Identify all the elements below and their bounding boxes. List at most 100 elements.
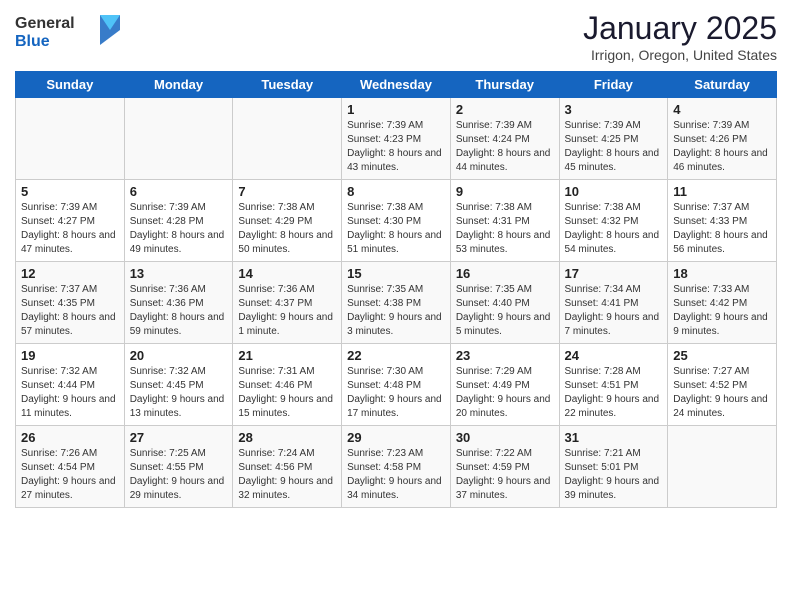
day-header-tuesday: Tuesday	[233, 72, 342, 98]
day-header-monday: Monday	[124, 72, 233, 98]
day-info: Sunrise: 7:39 AMSunset: 4:25 PMDaylight:…	[565, 119, 663, 175]
day-number: 4	[673, 102, 771, 117]
day-header-wednesday: Wednesday	[342, 72, 451, 98]
day-info: Sunrise: 7:26 AMSunset: 4:54 PMDaylight:…	[21, 447, 119, 503]
day-number: 2	[456, 102, 554, 117]
day-number: 20	[130, 348, 228, 363]
calendar-cell: 31Sunrise: 7:21 AMSunset: 5:01 PMDayligh…	[559, 426, 668, 508]
week-row-0: 1Sunrise: 7:39 AMSunset: 4:23 PMDaylight…	[16, 98, 777, 180]
day-info: Sunrise: 7:39 AMSunset: 4:23 PMDaylight:…	[347, 119, 445, 175]
day-number: 28	[238, 430, 336, 445]
day-number: 12	[21, 266, 119, 281]
day-info: Sunrise: 7:25 AMSunset: 4:55 PMDaylight:…	[130, 447, 228, 503]
calendar-cell: 8 Sunrise: 7:38 AMSunset: 4:30 PMDaylight…	[342, 180, 451, 262]
day-number: 26	[21, 430, 119, 445]
calendar-cell: 28 Sunrise: 7:24 AMSunset: 4:56 PMDayligh…	[233, 426, 342, 508]
calendar-cell: 6 Sunrise: 7:39 AMSunset: 4:28 PMDaylight…	[124, 180, 233, 262]
calendar-cell: 9 Sunrise: 7:38 AMSunset: 4:31 PMDaylight…	[450, 180, 559, 262]
calendar-cell: 23 Sunrise: 7:29 AMSunset: 4:49 PMDayligh…	[450, 344, 559, 426]
day-info: Sunrise: 7:21 AMSunset: 5:01 PMDaylight:…	[565, 447, 663, 503]
calendar-cell: 17 Sunrise: 7:34 AMSunset: 4:41 PMDayligh…	[559, 262, 668, 344]
calendar-cell: 5 Sunrise: 7:39 AMSunset: 4:27 PMDaylight…	[16, 180, 125, 262]
week-row-4: 26 Sunrise: 7:26 AMSunset: 4:54 PMDayligh…	[16, 426, 777, 508]
calendar-table: SundayMondayTuesdayWednesdayThursdayFrid…	[15, 71, 777, 508]
day-header-saturday: Saturday	[668, 72, 777, 98]
day-number: 8	[347, 184, 445, 199]
day-number: 23	[456, 348, 554, 363]
week-row-2: 12Sunrise: 7:37 AMSunset: 4:35 PMDayligh…	[16, 262, 777, 344]
days-header-row: SundayMondayTuesdayWednesdayThursdayFrid…	[16, 72, 777, 98]
day-info: Sunrise: 7:24 AMSunset: 4:56 PMDaylight:…	[238, 447, 336, 503]
calendar-cell: 20 Sunrise: 7:32 AMSunset: 4:45 PMDayligh…	[124, 344, 233, 426]
calendar-cell: 15Sunrise: 7:35 AMSunset: 4:38 PMDayligh…	[342, 262, 451, 344]
day-number: 15	[347, 266, 445, 281]
day-info: Sunrise: 7:38 AMSunset: 4:30 PMDaylight:…	[347, 201, 445, 257]
day-info: Sunrise: 7:37 AMSunset: 4:33 PMDaylight:…	[673, 201, 771, 257]
calendar-cell: 21Sunrise: 7:31 AMSunset: 4:46 PMDayligh…	[233, 344, 342, 426]
calendar-cell: 13Sunrise: 7:36 AMSunset: 4:36 PMDayligh…	[124, 262, 233, 344]
calendar-cell: 2 Sunrise: 7:39 AMSunset: 4:24 PMDaylight…	[450, 98, 559, 180]
day-info: Sunrise: 7:29 AMSunset: 4:49 PMDaylight:…	[456, 365, 554, 421]
day-info: Sunrise: 7:38 AMSunset: 4:29 PMDaylight:…	[238, 201, 336, 257]
calendar-cell: 12Sunrise: 7:37 AMSunset: 4:35 PMDayligh…	[16, 262, 125, 344]
calendar-cell: 18Sunrise: 7:33 AMSunset: 4:42 PMDayligh…	[668, 262, 777, 344]
header: General Blue January 2025 Irrigon, Orego…	[15, 10, 777, 63]
day-info: Sunrise: 7:39 AMSunset: 4:24 PMDaylight:…	[456, 119, 554, 175]
calendar-cell: 1Sunrise: 7:39 AMSunset: 4:23 PMDaylight…	[342, 98, 451, 180]
day-number: 25	[673, 348, 771, 363]
day-number: 3	[565, 102, 663, 117]
day-info: Sunrise: 7:35 AMSunset: 4:40 PMDaylight:…	[456, 283, 554, 339]
day-number: 11	[673, 184, 771, 199]
day-info: Sunrise: 7:39 AMSunset: 4:28 PMDaylight:…	[130, 201, 228, 257]
calendar-cell: 27 Sunrise: 7:25 AMSunset: 4:55 PMDayligh…	[124, 426, 233, 508]
day-info: Sunrise: 7:27 AMSunset: 4:52 PMDaylight:…	[673, 365, 771, 421]
calendar-cell: 19 Sunrise: 7:32 AMSunset: 4:44 PMDayligh…	[16, 344, 125, 426]
week-row-3: 19 Sunrise: 7:32 AMSunset: 4:44 PMDayligh…	[16, 344, 777, 426]
logo: General Blue	[15, 10, 125, 55]
calendar-cell: 10Sunrise: 7:38 AMSunset: 4:32 PMDayligh…	[559, 180, 668, 262]
calendar-cell: 30 Sunrise: 7:22 AMSunset: 4:59 PMDayligh…	[450, 426, 559, 508]
day-number: 19	[21, 348, 119, 363]
calendar-cell	[233, 98, 342, 180]
calendar-cell: 3 Sunrise: 7:39 AMSunset: 4:25 PMDaylight…	[559, 98, 668, 180]
logo-text: General Blue	[15, 10, 125, 55]
day-number: 30	[456, 430, 554, 445]
day-number: 7	[238, 184, 336, 199]
day-number: 22	[347, 348, 445, 363]
day-info: Sunrise: 7:30 AMSunset: 4:48 PMDaylight:…	[347, 365, 445, 421]
day-info: Sunrise: 7:23 AMSunset: 4:58 PMDaylight:…	[347, 447, 445, 503]
day-info: Sunrise: 7:28 AMSunset: 4:51 PMDaylight:…	[565, 365, 663, 421]
svg-text:General: General	[15, 15, 75, 32]
day-info: Sunrise: 7:31 AMSunset: 4:46 PMDaylight:…	[238, 365, 336, 421]
calendar-cell: 4Sunrise: 7:39 AMSunset: 4:26 PMDaylight…	[668, 98, 777, 180]
calendar-cell: 7 Sunrise: 7:38 AMSunset: 4:29 PMDaylight…	[233, 180, 342, 262]
calendar-cell: 25 Sunrise: 7:27 AMSunset: 4:52 PMDayligh…	[668, 344, 777, 426]
day-number: 24	[565, 348, 663, 363]
day-header-friday: Friday	[559, 72, 668, 98]
day-info: Sunrise: 7:22 AMSunset: 4:59 PMDaylight:…	[456, 447, 554, 503]
day-header-thursday: Thursday	[450, 72, 559, 98]
day-info: Sunrise: 7:32 AMSunset: 4:44 PMDaylight:…	[21, 365, 119, 421]
calendar-cell: 26 Sunrise: 7:26 AMSunset: 4:54 PMDayligh…	[16, 426, 125, 508]
calendar-cell: 11 Sunrise: 7:37 AMSunset: 4:33 PMDayligh…	[668, 180, 777, 262]
day-info: Sunrise: 7:39 AMSunset: 4:27 PMDaylight:…	[21, 201, 119, 257]
day-number: 6	[130, 184, 228, 199]
day-number: 9	[456, 184, 554, 199]
day-info: Sunrise: 7:36 AMSunset: 4:36 PMDaylight:…	[130, 283, 228, 339]
day-number: 5	[21, 184, 119, 199]
calendar-cell: 22 Sunrise: 7:30 AMSunset: 4:48 PMDayligh…	[342, 344, 451, 426]
day-info: Sunrise: 7:34 AMSunset: 4:41 PMDaylight:…	[565, 283, 663, 339]
day-number: 18	[673, 266, 771, 281]
day-number: 14	[238, 266, 336, 281]
calendar-cell: 14Sunrise: 7:36 AMSunset: 4:37 PMDayligh…	[233, 262, 342, 344]
day-number: 27	[130, 430, 228, 445]
calendar-cell: 16 Sunrise: 7:35 AMSunset: 4:40 PMDayligh…	[450, 262, 559, 344]
day-number: 17	[565, 266, 663, 281]
day-info: Sunrise: 7:32 AMSunset: 4:45 PMDaylight:…	[130, 365, 228, 421]
calendar-cell: 24 Sunrise: 7:28 AMSunset: 4:51 PMDayligh…	[559, 344, 668, 426]
day-info: Sunrise: 7:38 AMSunset: 4:32 PMDaylight:…	[565, 201, 663, 257]
day-number: 16	[456, 266, 554, 281]
day-info: Sunrise: 7:38 AMSunset: 4:31 PMDaylight:…	[456, 201, 554, 257]
week-row-1: 5 Sunrise: 7:39 AMSunset: 4:27 PMDaylight…	[16, 180, 777, 262]
calendar-cell	[668, 426, 777, 508]
